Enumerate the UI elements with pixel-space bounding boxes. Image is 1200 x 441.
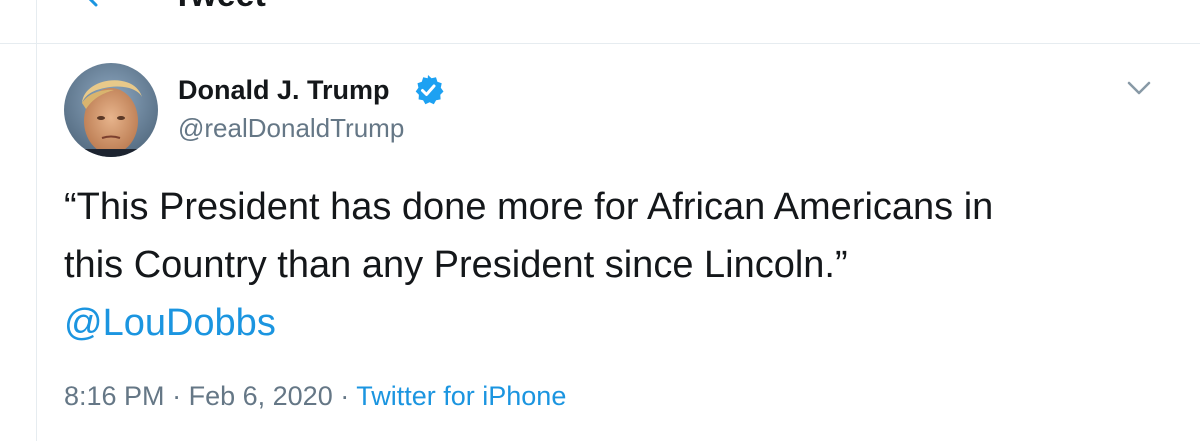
tweet-source-link[interactable]: Twitter for iPhone — [356, 381, 566, 411]
meta-separator: · — [172, 381, 182, 411]
tweet-page: Tweet Donald J. Trump — [0, 0, 1200, 441]
author-handle[interactable]: @realDonaldTrump — [178, 110, 404, 146]
column-border — [36, 0, 37, 441]
mention-link[interactable]: @LouDobbs — [64, 294, 1164, 352]
tweet-date[interactable]: Feb 6, 2020 — [189, 381, 333, 411]
avatar[interactable] — [64, 63, 158, 157]
tweet-text-line: “This President has done more for Africa… — [64, 186, 994, 228]
chevron-down-icon[interactable] — [1126, 78, 1152, 98]
tweet-time[interactable]: 8:16 PM — [64, 381, 165, 411]
author-name[interactable]: Donald J. Trump — [178, 72, 390, 108]
meta-separator: · — [340, 381, 350, 411]
verified-badge-icon — [412, 74, 444, 106]
tweet-text-line: this Country than any President since Li… — [64, 244, 848, 286]
tweet-text: “This President has done more for Africa… — [64, 178, 1164, 352]
tweet-metadata: 8:16 PM · Feb 6, 2020 · Twitter for iPho… — [64, 378, 566, 414]
page-title: Tweet — [172, 0, 266, 12]
page-header: Tweet — [0, 0, 1200, 44]
arrow-left-icon[interactable] — [82, 0, 104, 8]
